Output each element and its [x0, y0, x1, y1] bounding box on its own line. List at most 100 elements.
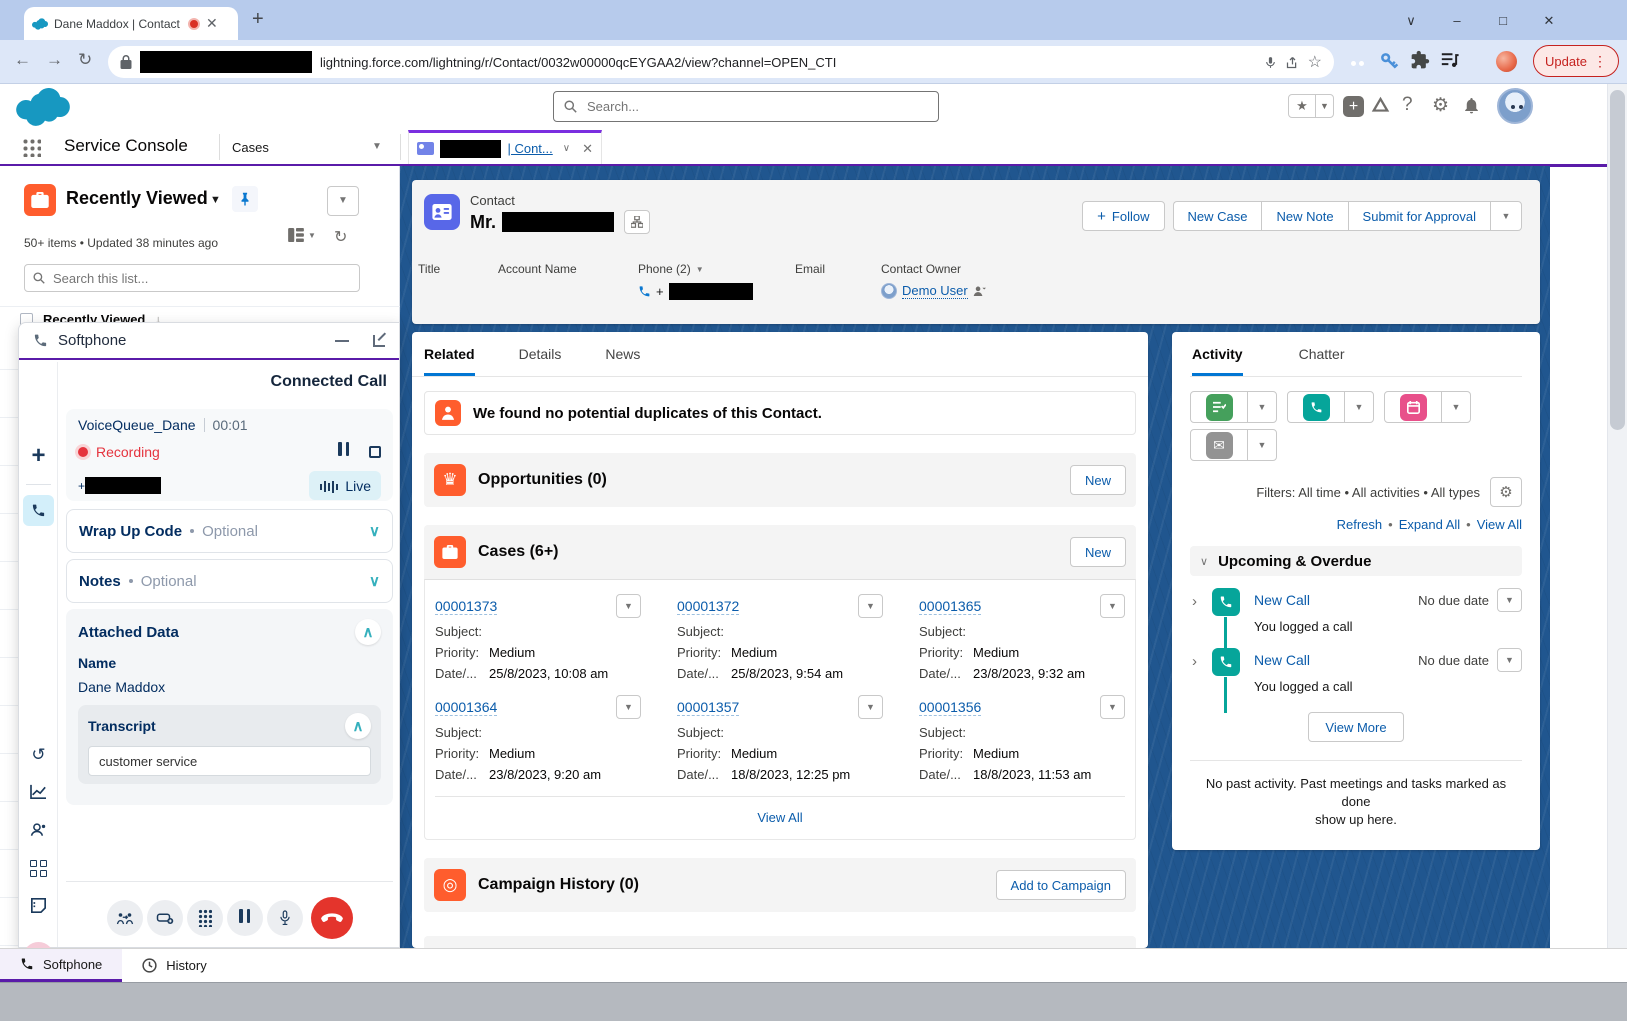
view-more-button[interactable]: View More	[1308, 712, 1403, 742]
setup-gear-icon[interactable]: ⚙	[1432, 94, 1449, 117]
case-number-link[interactable]: 00001356	[919, 699, 981, 716]
list-view-title[interactable]: Recently Viewed	[66, 188, 208, 209]
tab-related[interactable]: Related	[424, 346, 475, 376]
chevron-down-icon[interactable]: ∨	[369, 522, 380, 540]
browser-forward-button[interactable]: →	[46, 50, 63, 70]
favorite-star-icon[interactable]: ★	[1289, 95, 1315, 117]
hold-call-icon[interactable]	[227, 900, 263, 936]
utility-softphone-tab[interactable]: Softphone	[0, 949, 122, 982]
microphone-icon[interactable]	[1264, 54, 1277, 71]
expand-item-chevron-icon[interactable]: ›	[1192, 653, 1197, 670]
bookmark-star-icon[interactable]: ☆	[1308, 52, 1322, 72]
dialpad-icon[interactable]	[187, 900, 223, 936]
add-to-campaign-button[interactable]: Add to Campaign	[996, 870, 1126, 900]
upcoming-overdue-section[interactable]: ∨ Upcoming & Overdue	[1190, 546, 1522, 576]
event-chevron-icon[interactable]: ▼	[1441, 392, 1470, 422]
notifications-bell-icon[interactable]	[1462, 96, 1481, 115]
workspace-tab-contact[interactable]: | Cont... ∨ ✕	[408, 130, 602, 164]
call-history-icon[interactable]: ↺	[19, 745, 58, 765]
new-task-button[interactable]: ▼	[1190, 391, 1277, 423]
new-case-button[interactable]: New Case	[1173, 201, 1262, 231]
activity-settings-icon[interactable]: ⚙	[1490, 477, 1522, 507]
expand-item-chevron-icon[interactable]: ›	[1192, 593, 1197, 610]
tab-close-icon[interactable]: ✕	[206, 15, 218, 32]
mute-microphone-icon[interactable]	[267, 900, 303, 936]
activity-view-all-link[interactable]: View All	[1477, 517, 1522, 532]
end-call-button[interactable]	[311, 897, 353, 939]
device-settings-icon[interactable]	[147, 900, 183, 936]
window-maximize-button[interactable]: □	[1488, 8, 1518, 34]
section-collapse-chevron-icon[interactable]: ∨	[1200, 555, 1208, 568]
notes-card-icon[interactable]	[19, 898, 58, 913]
pause-recording-icon[interactable]	[336, 442, 351, 461]
notes-section[interactable]: Notes Optional ∨	[66, 559, 393, 603]
view-hierarchy-button[interactable]	[624, 210, 650, 234]
case-number-link[interactable]: 00001365	[919, 598, 981, 615]
cases-title[interactable]: Cases (6+)	[478, 543, 1058, 561]
case-actions-chevron-button[interactable]: ▼	[858, 695, 883, 719]
tab-search-chevron-icon[interactable]: ∨	[1396, 8, 1426, 34]
agents-icon[interactable]	[19, 822, 58, 837]
follow-button[interactable]: +Follow	[1082, 201, 1164, 231]
change-owner-icon[interactable]	[973, 285, 986, 297]
email-button[interactable]: ✉ ▼	[1190, 429, 1277, 461]
window-minimize-button[interactable]: –	[1442, 8, 1472, 34]
case-number-link[interactable]: 00001364	[435, 699, 497, 716]
activity-actions-chevron-button[interactable]: ▼	[1497, 648, 1522, 672]
window-close-button[interactable]: ✕	[1534, 8, 1564, 34]
popout-icon[interactable]	[373, 335, 385, 347]
browser-back-button[interactable]: ←	[14, 50, 31, 70]
list-view-controls-button[interactable]: ▼	[327, 186, 359, 216]
case-actions-chevron-button[interactable]: ▼	[1100, 695, 1125, 719]
chevron-down-icon[interactable]: ∨	[369, 572, 380, 590]
browser-tab[interactable]: Dane Maddox | Contact | Sal ✕	[24, 7, 238, 40]
favorites-chevron-icon[interactable]: ▼	[1315, 95, 1333, 117]
new-tab-button[interactable]: +	[252, 8, 264, 31]
extensions-puzzle-icon[interactable]	[1410, 50, 1430, 70]
browser-update-button[interactable]: Update ⋮	[1533, 45, 1619, 77]
workspace-tab-close-icon[interactable]: ✕	[582, 141, 593, 157]
opportunities-title[interactable]: Opportunities (0)	[478, 471, 1058, 489]
nav-tab-cases[interactable]: Cases	[232, 140, 269, 155]
workspace-tab-chevron-icon[interactable]: ∨	[563, 143, 570, 154]
phone-dropdown-chevron-icon[interactable]: ▼	[696, 265, 704, 274]
browser-reload-button[interactable]: ↻	[78, 50, 92, 70]
new-call-plus-icon[interactable]: +	[19, 442, 58, 470]
new-case-button[interactable]: New	[1070, 537, 1126, 567]
workspace-tab-label[interactable]: | Cont...	[507, 141, 552, 156]
refresh-list-icon[interactable]: ↻	[334, 227, 347, 247]
apps-grid-icon[interactable]	[30, 860, 47, 877]
profile-avatar-icon[interactable]	[1496, 51, 1517, 72]
list-search-box[interactable]	[24, 264, 360, 292]
list-search-input[interactable]	[51, 270, 351, 287]
collapse-chevron-icon[interactable]: ∧	[355, 619, 381, 645]
reading-list-icon[interactable]	[1440, 51, 1460, 69]
case-number-link[interactable]: 00001357	[677, 699, 739, 716]
case-actions-chevron-button[interactable]: ▼	[616, 594, 641, 618]
live-transcription-badge[interactable]: Live	[309, 471, 381, 500]
pin-list-icon[interactable]	[232, 186, 258, 212]
tab-news[interactable]: News	[605, 346, 640, 376]
log-a-call-button[interactable]: ▼	[1287, 391, 1374, 423]
minimize-icon[interactable]	[335, 340, 349, 342]
stop-recording-icon[interactable]	[369, 446, 381, 458]
case-actions-chevron-button[interactable]: ▼	[1100, 594, 1125, 618]
stats-chart-icon[interactable]	[19, 784, 58, 799]
activity-actions-chevron-button[interactable]: ▼	[1497, 588, 1522, 612]
user-avatar[interactable]	[1497, 88, 1533, 124]
cases-view-all-link[interactable]: View All	[757, 810, 802, 825]
scrollbar-thumb[interactable]	[1610, 90, 1625, 430]
refresh-link[interactable]: Refresh	[1337, 517, 1383, 532]
case-actions-chevron-button[interactable]: ▼	[616, 695, 641, 719]
page-scrollbar[interactable]	[1607, 84, 1627, 1021]
expand-all-link[interactable]: Expand All	[1399, 517, 1460, 532]
active-call-tab-icon[interactable]	[23, 495, 54, 526]
browser-menu-icon[interactable]: ⋮	[1593, 53, 1607, 70]
address-bar[interactable]: lightning.force.com/lightning/r/Contact/…	[108, 46, 1334, 78]
email-chevron-icon[interactable]: ▼	[1247, 430, 1276, 460]
call-chevron-icon[interactable]: ▼	[1344, 392, 1373, 422]
extension-key-icon[interactable]	[1379, 51, 1399, 71]
nav-cases-chevron-icon[interactable]: ▼	[372, 141, 382, 152]
collapse-chevron-icon[interactable]: ∧	[345, 713, 371, 739]
submit-for-approval-button[interactable]: Submit for Approval	[1348, 201, 1490, 231]
